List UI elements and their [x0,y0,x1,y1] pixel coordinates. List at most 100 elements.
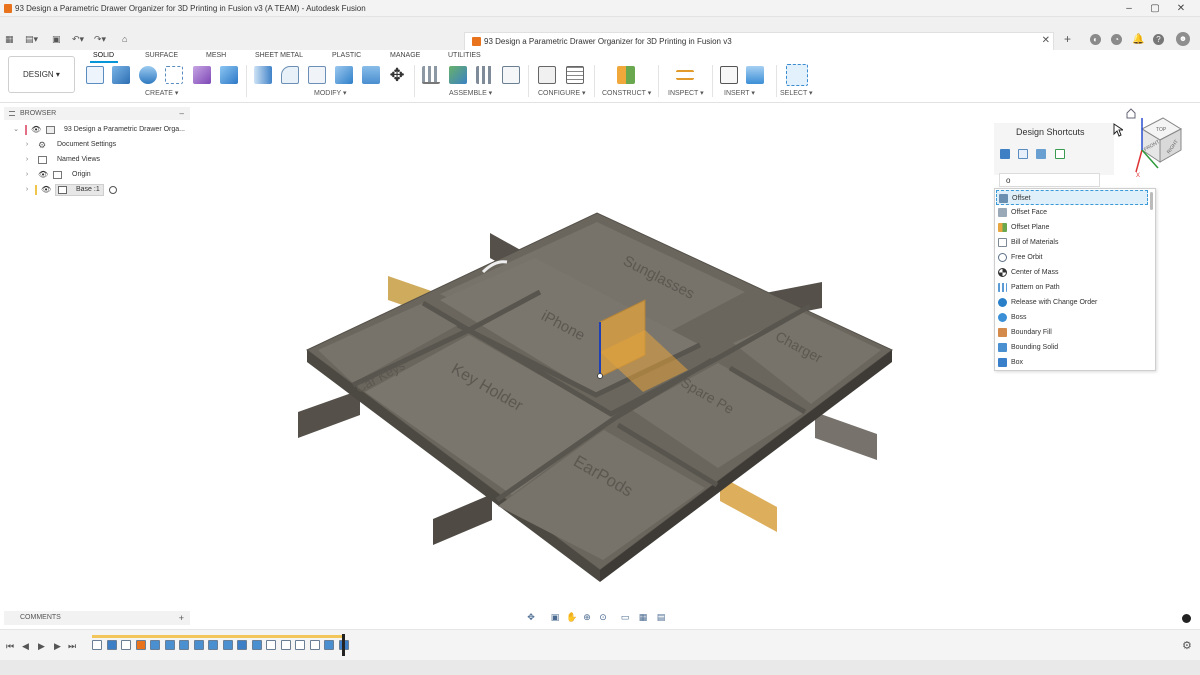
move-copy-icon[interactable]: ✥ [388,66,406,84]
timeline-feature-icon[interactable] [324,640,334,650]
insert-group-label[interactable]: INSERT ▾ [724,89,755,97]
go-to-start-icon[interactable]: ⏮ [6,641,14,651]
tab-utilities[interactable]: UTILITIES [448,52,481,59]
revolve-icon[interactable] [139,66,157,84]
change-parameters-icon[interactable] [538,66,556,84]
timeline-feature-icon[interactable] [92,640,102,650]
browser-item-document-settings[interactable]: › ⚙ Document Settings [0,138,190,152]
press-pull-icon[interactable] [254,66,272,84]
timeline-settings-icon[interactable]: ⚙ [1182,641,1192,652]
select-tool-icon[interactable] [786,64,808,86]
manipulator-origin[interactable] [597,373,603,379]
result-free-orbit[interactable]: Free Orbit [996,250,1148,265]
close-tab-icon[interactable]: ✕ [1042,35,1050,47]
user-avatar[interactable]: ☻ [1176,32,1190,46]
new-component-assemble-icon[interactable] [449,66,467,84]
inspect-group-label[interactable]: INSPECT ▾ [668,89,704,97]
help-icon[interactable]: ? [1153,34,1164,45]
dropdown-scrollbar[interactable] [1150,192,1153,210]
result-bill-of-materials[interactable]: Bill of Materials [996,235,1148,250]
add-comment-icon[interactable]: + [179,611,184,625]
job-status-icon[interactable]: ◔ [1111,34,1122,45]
insert-derive-icon[interactable] [720,66,738,84]
new-tab-icon[interactable]: + [1064,33,1071,45]
expand-chevron-icon[interactable]: › [23,153,31,167]
timeline-feature-icon[interactable] [295,640,305,650]
zoom-icon[interactable]: ⊕ [582,612,592,622]
result-offset[interactable]: Offset [996,190,1148,205]
visibility-eye-icon[interactable]: 👁 [41,183,51,194]
undo-icon[interactable]: ↶▾ [72,33,84,45]
document-tab[interactable]: 93 Design a Parametric Drawer Organizer … [464,32,1054,50]
notifications-icon[interactable]: 🔔 [1132,34,1144,45]
timeline-feature-icon[interactable] [251,640,262,650]
joint-icon[interactable] [422,66,440,84]
zoom-window-icon[interactable]: ⊙ [598,612,608,622]
extensions-icon[interactable]: ◐ [1090,34,1101,45]
timeline-feature-icon[interactable] [121,640,131,650]
collapse-chevron-icon[interactable]: ⌄ [12,123,20,137]
shell-icon[interactable] [335,66,353,84]
look-at-icon[interactable]: ▣ [550,612,560,622]
browser-item-root[interactable]: ⌄ 👁 93 Design a Parametric Drawer Orga..… [0,123,190,137]
redo-icon[interactable]: ↷▾ [94,33,106,45]
assemble-group-label[interactable]: ASSEMBLE ▾ [449,89,492,97]
tab-surface[interactable]: SURFACE [145,52,178,59]
expand-chevron-icon[interactable]: › [23,183,31,197]
modify-group-label[interactable]: MODIFY ▾ [314,89,347,97]
rigid-group-icon[interactable] [502,66,520,84]
model-viewport[interactable]: Sunglasses iPhone Car Keys Key Holder Ch… [190,103,990,608]
status-indicator-icon[interactable] [1182,614,1191,623]
create-group-label[interactable]: CREATE ▾ [145,89,178,97]
combine-icon[interactable] [362,66,380,84]
tab-manage[interactable]: MANAGE [390,52,420,59]
timeline-marker[interactable] [342,634,345,656]
expand-chevron-icon[interactable]: › [23,138,31,152]
shortcuts-search-input[interactable]: o [999,173,1100,187]
create-sketch-icon[interactable] [86,66,104,84]
canvas-image-icon[interactable] [746,66,764,84]
workspace-switcher-button[interactable]: DESIGN ▾ [8,56,75,93]
browser-item-named-views[interactable]: › Named Views [0,153,190,167]
construct-group-label[interactable]: CONSTRUCT ▾ [602,89,651,97]
go-to-end-icon[interactable]: ⏭ [68,641,76,651]
recent-command-icon[interactable] [1055,149,1065,159]
grid-menu-icon[interactable]: ▦ [5,33,14,45]
measure-icon[interactable] [676,70,694,80]
as-built-joint-icon[interactable] [476,66,494,84]
result-release-with-change-order[interactable]: Release with Change Order [996,295,1148,310]
timeline-feature-icon[interactable] [208,640,218,650]
expand-chevron-icon[interactable]: › [23,168,31,182]
extrude-icon[interactable] [112,66,130,84]
grid-settings-icon[interactable]: ▦ [638,612,648,622]
comments-panel[interactable]: COMMENTS + [4,611,190,625]
viewports-icon[interactable]: ▤ [656,612,666,622]
configure-table-icon[interactable] [566,66,584,84]
timeline-feature-icon[interactable] [222,640,233,650]
step-forward-icon[interactable]: ▶ [54,641,61,651]
visibility-eye-icon[interactable]: 👁 [38,168,48,179]
fillet-icon[interactable] [281,66,299,84]
result-offset-plane[interactable]: Offset Plane [996,220,1148,235]
result-boundary-fill[interactable]: Boundary Fill [996,325,1148,340]
timeline-feature-icon[interactable] [193,640,204,650]
step-back-icon[interactable]: ◀ [22,641,29,651]
file-menu-icon[interactable]: ▤▾ [25,33,38,45]
tab-solid[interactable]: SOLID [93,52,114,59]
activate-radio-icon[interactable] [109,186,117,194]
timeline-feature-icon[interactable] [164,640,175,650]
tab-sheet-metal[interactable]: SHEET METAL [255,52,303,59]
close-window-button[interactable]: ✕ [1174,2,1188,15]
result-offset-face[interactable]: Offset Face [996,205,1148,220]
timeline-feature-icon[interactable] [150,640,160,650]
tab-plastic[interactable]: PLASTIC [332,52,361,59]
timeline-feature-icon[interactable] [266,640,276,650]
tab-mesh[interactable]: MESH [206,52,226,59]
timeline-feature-icon[interactable] [237,640,247,650]
new-component-icon[interactable] [193,66,211,84]
collapse-browser-icon[interactable] [9,111,15,116]
result-pattern-on-path[interactable]: Pattern on Path [996,280,1148,295]
visibility-eye-icon[interactable]: 👁 [31,123,41,134]
display-settings-icon[interactable]: ▭ [620,612,630,622]
save-icon[interactable]: ▣ [52,33,61,45]
